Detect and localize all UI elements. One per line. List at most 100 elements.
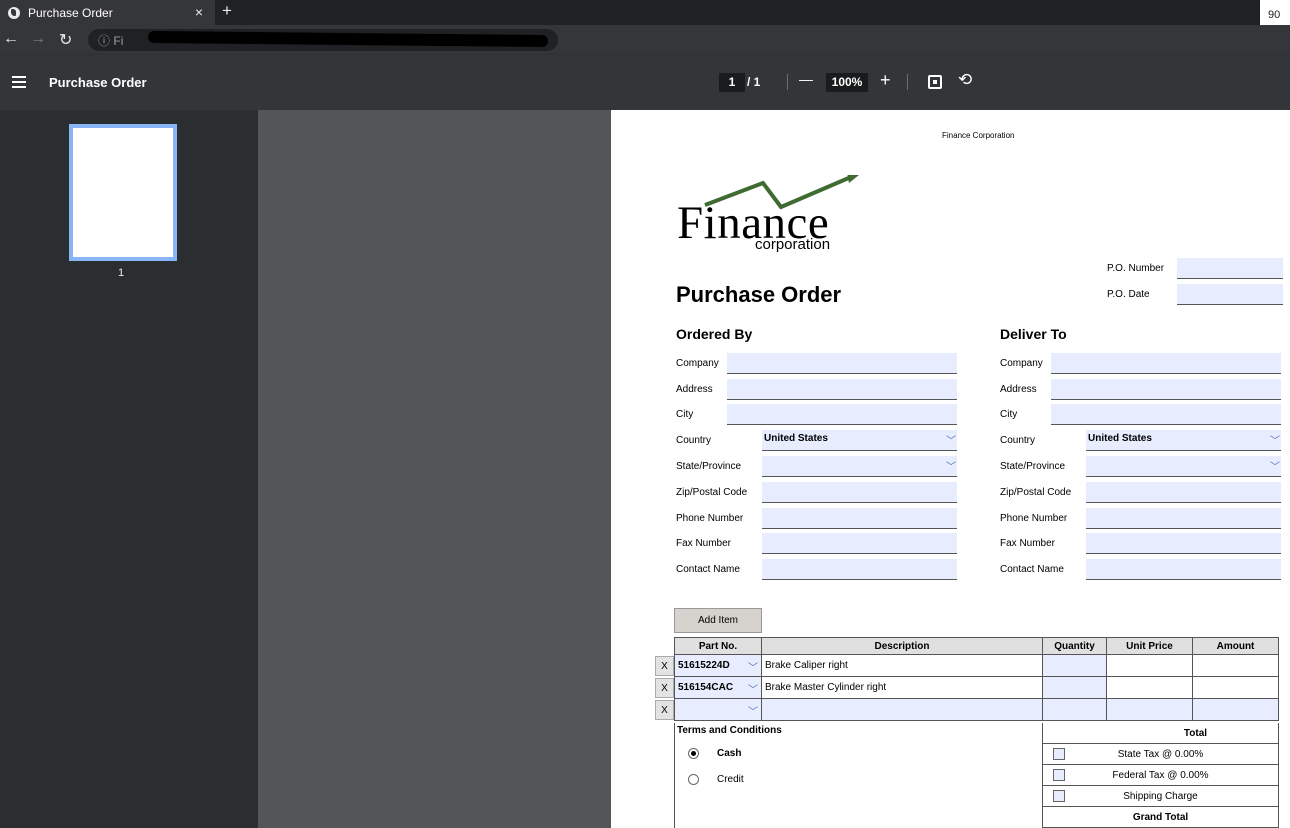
chevron-down-icon[interactable]: ﹀: [748, 659, 758, 674]
ob-city-field[interactable]: [727, 404, 957, 425]
thumbnail-sidebar: 1: [0, 110, 258, 828]
remove-row-button[interactable]: X: [655, 656, 674, 676]
po-date-field[interactable]: [1177, 284, 1283, 305]
unit-price-cell: [1106, 676, 1193, 699]
dt-phone-label: Phone Number: [1000, 513, 1068, 524]
shipping-label: Shipping Charge: [1123, 791, 1198, 802]
part-no-select[interactable]: 51615224D ﹀: [674, 654, 762, 677]
add-item-button[interactable]: Add Item: [674, 608, 762, 633]
pdf-title: Purchase Order: [49, 75, 147, 90]
state-tax-row: State Tax @ 0.00%: [1043, 744, 1278, 765]
dt-address-field[interactable]: [1051, 379, 1281, 400]
page-thumbnail[interactable]: [69, 124, 177, 261]
dt-company-field[interactable]: [1051, 353, 1281, 374]
dt-country-value: United States: [1088, 433, 1152, 444]
close-tab-icon[interactable]: ×: [195, 4, 203, 20]
reload-icon[interactable]: ↻: [59, 30, 72, 50]
col-description: Description: [761, 637, 1043, 655]
ob-phone-label: Phone Number: [676, 513, 744, 524]
dt-zip-field[interactable]: [1086, 482, 1281, 503]
ob-state-select[interactable]: ﹀: [762, 456, 957, 477]
dt-contact-label: Contact Name: [1000, 564, 1064, 575]
part-no-select[interactable]: 516154CAC ﹀: [674, 676, 762, 699]
page-number-input[interactable]: 1: [719, 73, 745, 92]
new-tab-button[interactable]: +: [222, 1, 232, 21]
unit-price-cell: [1106, 654, 1193, 677]
rotate-icon[interactable]: ⟲: [958, 70, 972, 90]
federal-tax-checkbox[interactable]: [1053, 769, 1065, 781]
chevron-down-icon[interactable]: ﹀: [748, 681, 758, 696]
cash-label: Cash: [717, 748, 742, 759]
dt-country-select[interactable]: United States ﹀: [1086, 430, 1281, 451]
unit-price-cell: [1106, 698, 1193, 721]
zoom-input[interactable]: 100%: [826, 73, 868, 92]
part-no-select[interactable]: ﹀: [674, 698, 762, 721]
ob-contact-field[interactable]: [762, 559, 957, 580]
cash-radio[interactable]: [688, 748, 699, 759]
url-input[interactable]: ⓘ Fi: [88, 29, 558, 51]
dt-country-label: Country: [1000, 435, 1036, 446]
chevron-down-icon[interactable]: ﹀: [1270, 432, 1280, 447]
info-icon[interactable]: ⓘ: [98, 34, 110, 48]
back-arrow-icon[interactable]: ←: [3, 30, 19, 48]
amount-cell: [1192, 676, 1279, 699]
ob-zip-field[interactable]: [762, 482, 957, 503]
ob-phone-field[interactable]: [762, 508, 957, 529]
col-unit-price: Unit Price: [1106, 637, 1193, 655]
remove-row-button[interactable]: X: [655, 700, 674, 720]
chevron-down-icon[interactable]: ﹀: [946, 432, 956, 447]
description-cell: Brake Caliper right: [761, 654, 1043, 677]
table-row: ﹀: [674, 698, 1279, 721]
totals-section: Total State Tax @ 0.00% Federal Tax @ 0.…: [1042, 723, 1279, 828]
dt-contact-field[interactable]: [1086, 559, 1281, 580]
quantity-field[interactable]: [1042, 698, 1107, 721]
grand-total-row: Grand Total: [1043, 807, 1278, 828]
credit-radio[interactable]: [688, 774, 699, 785]
ob-company-label: Company: [676, 358, 719, 369]
ob-fax-field[interactable]: [762, 533, 957, 554]
credit-label: Credit: [717, 774, 744, 785]
deliver-to-title: Deliver To: [1000, 326, 1067, 342]
ob-address-field[interactable]: [727, 379, 957, 400]
po-number-field[interactable]: [1177, 258, 1283, 279]
tab-purchase-order[interactable]: Purchase Order ×: [0, 0, 215, 25]
divider: [787, 74, 788, 90]
zoom-in-button[interactable]: +: [880, 70, 891, 91]
terms-title: Terms and Conditions: [677, 725, 782, 736]
ob-fax-label: Fax Number: [676, 538, 732, 549]
remove-row-button[interactable]: X: [655, 678, 674, 698]
items-table: Part No. Description Quantity Unit Price…: [674, 637, 1279, 721]
dt-state-select[interactable]: ﹀: [1086, 456, 1281, 477]
pdf-viewer[interactable]: Finance Corporation Finance corporation …: [258, 110, 1290, 828]
shipping-checkbox[interactable]: [1053, 790, 1065, 802]
dt-fax-field[interactable]: [1086, 533, 1281, 554]
dt-company-label: Company: [1000, 358, 1043, 369]
description-cell: Brake Master Cylinder right: [761, 676, 1043, 699]
quantity-field[interactable]: [1042, 654, 1107, 677]
shipping-row: Shipping Charge: [1043, 786, 1278, 807]
fit-page-icon[interactable]: [928, 75, 942, 89]
pdf-page: Finance Corporation Finance corporation …: [611, 110, 1290, 828]
tab-title: Purchase Order: [28, 5, 113, 20]
chevron-down-icon[interactable]: ﹀: [748, 703, 758, 718]
chevron-down-icon[interactable]: ﹀: [946, 458, 956, 473]
ob-state-label: State/Province: [676, 461, 742, 472]
ob-country-select[interactable]: United States ﹀: [762, 430, 957, 451]
quantity-field[interactable]: [1042, 676, 1107, 699]
total-header: Total: [1043, 723, 1278, 744]
table-row: 516154CAC ﹀ Brake Master Cylinder right: [674, 676, 1279, 699]
menu-icon[interactable]: [12, 76, 26, 88]
state-tax-checkbox[interactable]: [1053, 748, 1065, 760]
chevron-down-icon[interactable]: ﹀: [1270, 458, 1280, 473]
url-text: Fi: [113, 34, 124, 48]
redacted-url: [147, 30, 549, 48]
forward-arrow-icon[interactable]: →: [30, 30, 46, 48]
ob-company-field[interactable]: [727, 353, 957, 374]
zoom-out-button[interactable]: —: [799, 71, 813, 87]
dt-phone-field[interactable]: [1086, 508, 1281, 529]
dt-city-field[interactable]: [1051, 404, 1281, 425]
logo-subtitle: corporation: [755, 236, 831, 253]
po-number-label: P.O. Number: [1107, 263, 1165, 274]
amount-cell: [1192, 698, 1279, 721]
ob-country-label: Country: [676, 435, 712, 446]
